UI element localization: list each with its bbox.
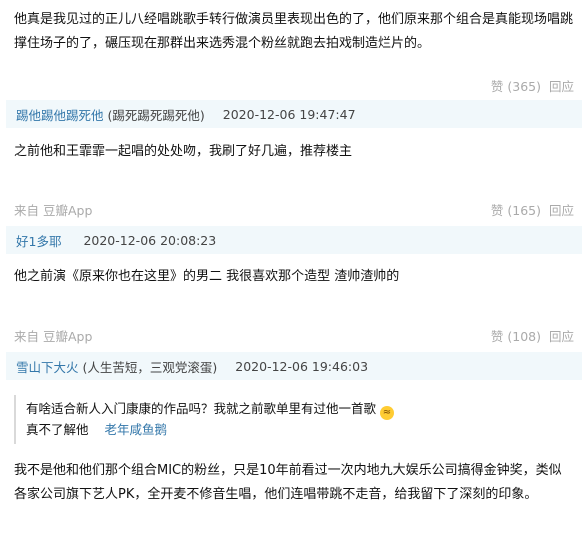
reply-button[interactable]: 回应 xyxy=(549,76,574,95)
comment-meta: 来自 豆瓣App 赞 (108) 回应 xyxy=(0,322,582,348)
reply-button[interactable]: 回应 xyxy=(549,326,574,345)
quoted-comment: 有啥适合新人入门康康的作品吗？我就之前歌单里有过他一首歌 ≈ 真不了解他 老年咸… xyxy=(14,395,532,444)
reply-button[interactable]: 回应 xyxy=(549,200,574,219)
comment-meta: 赞 (365) 回应 xyxy=(0,72,582,98)
like-button[interactable]: 赞 (108) xyxy=(491,326,541,345)
comment-source: 来自 豆瓣App xyxy=(14,328,93,344)
quote-text: 真不了解他 xyxy=(26,422,89,437)
comment-text: 我不是他和他们那个组合MIC的粉丝，只是10年前看过一次内地九大娱乐公司搞得金钟… xyxy=(14,463,562,502)
quote-author-link[interactable]: 老年咸鱼鹅 xyxy=(105,422,168,437)
comment-time: 2020-12-06 19:47:47 xyxy=(222,106,356,122)
comment-author-link[interactable]: 雪山下大火 xyxy=(16,357,79,376)
like-button[interactable]: 赞 (365) xyxy=(491,76,541,95)
comment-header: 踢他踢他踢死他 (踢死踢死踢死他) 2020-12-06 19:47:47 xyxy=(6,100,582,128)
comment-header: 好1多耶 2020-12-06 20:08:23 xyxy=(6,226,582,254)
comment-meta: 来自 豆瓣App 赞 (165) 回应 xyxy=(0,196,582,222)
comment-author-link[interactable]: 踢他踢他踢死他 xyxy=(16,105,104,124)
quote-text: 有啥适合新人入门康康的作品吗？我就之前歌单里有过他一首歌 xyxy=(26,401,377,416)
comment-author-signature: (人生苦短，三观党滚蛋) xyxy=(82,359,218,375)
comment-time: 2020-12-06 20:08:23 xyxy=(83,232,217,248)
like-button[interactable]: 赞 (165) xyxy=(491,200,541,219)
comment-header: 雪山下大火 (人生苦短，三观党滚蛋) 2020-12-06 19:46:03 xyxy=(6,352,582,380)
comment-source: 来自 豆瓣App xyxy=(14,202,93,218)
comment-text: 他真是我见过的正儿八经唱跳歌手转行做演员里表现出色的了，他们原来那个组合是真能现… xyxy=(14,12,574,51)
comment-text: 之前他和王霏霏一起唱的处处吻，我刷了好几遍，推荐楼主 xyxy=(14,144,353,159)
comment-text: 他之前演《原来你也在这里》的男二 我很喜欢那个造型 渣帅渣帅的 xyxy=(14,269,400,284)
comment-author-signature: (踢死踢死踢死他) xyxy=(107,107,205,123)
comment-author-link[interactable]: 好1多耶 xyxy=(16,231,61,250)
comment-time: 2020-12-06 19:46:03 xyxy=(235,358,369,374)
laughing-emoji-icon: ≈ xyxy=(380,406,394,420)
